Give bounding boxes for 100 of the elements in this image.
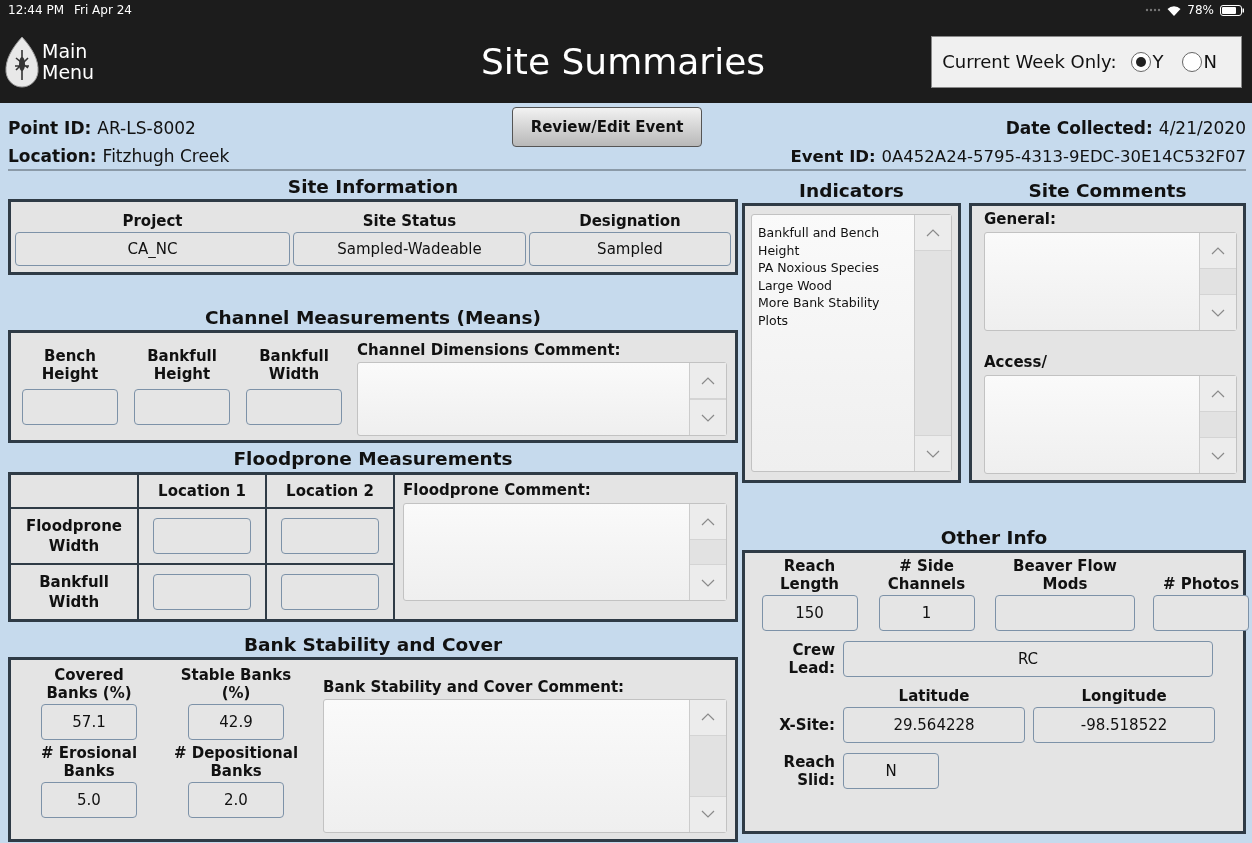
chevron-down-icon <box>926 449 940 458</box>
field-label: Designation <box>579 212 681 230</box>
field-label: Reach Length <box>779 557 840 593</box>
value-field[interactable]: 29.564228 <box>843 707 1025 743</box>
value-field[interactable] <box>246 389 342 425</box>
field-label: Channel Dimensions Comment: <box>357 341 622 359</box>
scroll-down-button[interactable] <box>690 399 726 435</box>
value-field[interactable]: 57.1 <box>41 703 137 740</box>
battery-icon <box>1220 4 1244 16</box>
value-field[interactable] <box>134 389 230 425</box>
field-value: 0A452A24-5795-4313-9EDC-30E14C532F07 <box>881 146 1246 166</box>
field-label: # Erosional Banks <box>39 743 139 780</box>
field-label: Crew Lead: <box>787 641 835 677</box>
comment-field[interactable] <box>403 503 727 601</box>
value-field[interactable]: 5.0 <box>41 781 137 818</box>
main-menu-button[interactable]: Main Menu <box>4 35 99 88</box>
field-label: # Depositional Banks <box>172 743 300 780</box>
field-label: Project <box>122 212 183 230</box>
section-title: Floodprone Measurements <box>232 447 514 471</box>
chevron-up-icon <box>1211 389 1225 398</box>
review-edit-button[interactable]: Review/Edit Event <box>511 107 703 147</box>
signal-icon <box>1145 8 1162 12</box>
chevron-down-icon <box>1211 308 1225 317</box>
radio-option[interactable]: Y <box>1126 51 1168 72</box>
comment-field[interactable] <box>323 698 727 833</box>
scroll-up-button[interactable] <box>915 215 951 251</box>
wifi-icon <box>1167 4 1182 16</box>
comment-field[interactable] <box>984 232 1237 331</box>
section-title: Other Info <box>939 526 1049 550</box>
column-header: Latitude <box>897 687 971 705</box>
row-header: Bankfull Width <box>38 571 110 612</box>
chevron-down-icon <box>701 413 715 422</box>
value-field[interactable]: Sampled <box>529 232 731 266</box>
field-label: Bankfull Height <box>146 347 218 385</box>
value-field[interactable] <box>281 573 379 610</box>
value-field[interactable] <box>281 517 379 554</box>
field-label: Bench Height <box>40 347 100 385</box>
chevron-down-icon <box>1211 451 1225 460</box>
scroll-up-button[interactable] <box>690 504 726 540</box>
value-field[interactable] <box>22 389 118 425</box>
radio-option[interactable]: N <box>1177 51 1221 72</box>
list-item[interactable]: Bankfull and Bench Height <box>758 224 908 259</box>
scroll-down-button[interactable] <box>690 564 726 600</box>
value-field[interactable]: -98.518522 <box>1033 707 1215 743</box>
value-field[interactable]: N <box>843 753 939 789</box>
field-label: Covered Banks (%) <box>45 665 133 702</box>
battery-percent: 78% <box>1187 3 1214 17</box>
value-field[interactable]: 150 <box>761 595 858 631</box>
value-field[interactable] <box>153 573 251 610</box>
list-item[interactable]: More Bank Stability Plots <box>758 294 908 329</box>
field-label: General: <box>984 210 1057 228</box>
value-field[interactable]: RC <box>843 641 1213 677</box>
comment-field[interactable] <box>984 375 1237 474</box>
row-header: Floodprone Width <box>25 515 123 556</box>
chevron-up-icon <box>701 713 715 721</box>
field-label: Location: <box>8 146 97 166</box>
scroll-down-button[interactable] <box>915 435 951 471</box>
section-title: Site Comments <box>1027 179 1188 203</box>
scroll-track <box>690 540 726 564</box>
indicator-list[interactable]: Bankfull and Bench Height PA Noxious Species Large Wood More Bank Stability Plots <box>751 214 952 472</box>
comment-field[interactable] <box>357 362 727 436</box>
filter-label: Current Week Only: <box>942 51 1117 72</box>
scroll-down-button[interactable] <box>1200 437 1236 473</box>
field-label: Access/ <box>984 353 1048 371</box>
field-value: 4/21/2020 <box>1158 118 1246 138</box>
field-value: AR-LS-8002 <box>97 118 196 138</box>
value-field[interactable]: 1 <box>878 595 975 631</box>
field-label: Beaver Flow Mods <box>1012 557 1118 593</box>
chevron-up-icon <box>926 228 940 237</box>
scroll-down-button[interactable] <box>1200 294 1236 330</box>
scroll-up-button[interactable] <box>690 363 726 399</box>
field-label: Floodprone Comment: <box>403 481 592 499</box>
field-label: # Side Channels <box>886 557 967 593</box>
scroll-up-button[interactable] <box>1200 376 1236 412</box>
chevron-up-icon <box>701 376 715 385</box>
scroll-down-button[interactable] <box>690 795 726 832</box>
value-field[interactable] <box>995 595 1135 631</box>
list-item[interactable]: Large Wood <box>758 276 908 294</box>
value-field[interactable]: Sampled-Wadeable <box>293 232 526 266</box>
status-date: Fri Apr 24 <box>74 3 132 17</box>
scroll-track <box>1200 412 1236 437</box>
column-header: Location 2 <box>286 481 374 500</box>
field-label: X-Site: <box>778 716 835 734</box>
list-item[interactable]: PA Noxious Species <box>758 259 908 277</box>
page-title: Site Summaries <box>480 41 766 82</box>
value-field[interactable]: 42.9 <box>188 703 284 740</box>
scroll-up-button[interactable] <box>690 699 726 736</box>
field-label: Bank Stability and Cover Comment: <box>323 677 626 696</box>
chevron-down-icon <box>701 578 715 587</box>
value-field[interactable]: 2.0 <box>188 781 284 818</box>
chevron-up-icon <box>1211 246 1225 255</box>
scroll-up-button[interactable] <box>1200 233 1236 269</box>
section-title: Indicators <box>798 179 905 203</box>
value-field[interactable] <box>1153 595 1249 631</box>
field-label: Bankfull Width <box>258 347 330 385</box>
section-title: Bank Stability and Cover <box>242 632 504 657</box>
value-field[interactable] <box>153 517 251 554</box>
value-field[interactable]: CA_NC <box>15 232 290 266</box>
field-label: Date Collected: <box>1005 118 1153 138</box>
section-title: Channel Measurements (Means) <box>204 306 542 330</box>
